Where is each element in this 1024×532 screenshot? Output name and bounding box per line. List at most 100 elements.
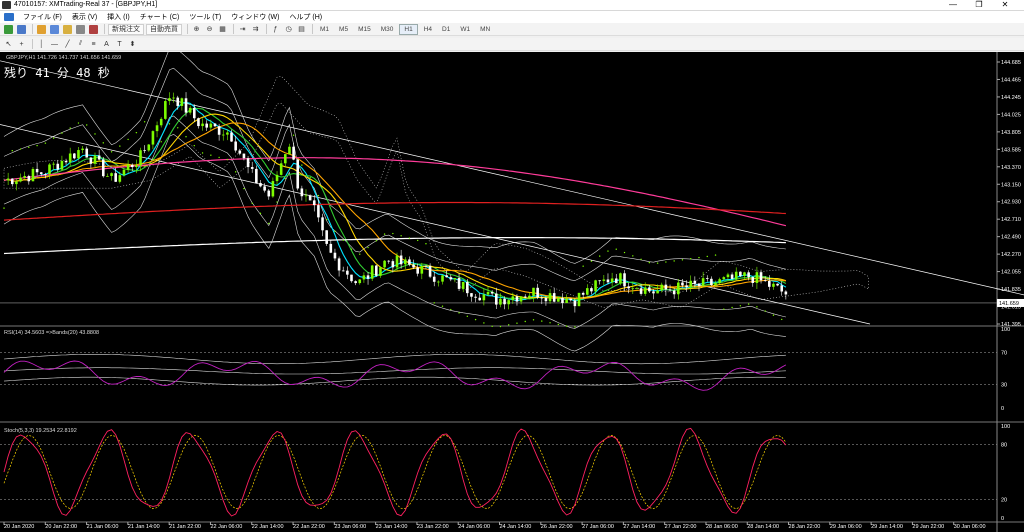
time-tick-label: 30 Jan 06:00 (954, 524, 986, 530)
candle-body (747, 272, 750, 278)
cursor-icon[interactable]: ↖ (3, 39, 14, 50)
chart-window[interactable]: 144.685 144.465 144.245 144.025 143.805 143.5… (0, 52, 1024, 532)
price-tick-label: 142.270 (1001, 252, 1021, 258)
indicators-icon[interactable]: ƒ (270, 24, 281, 35)
strategy-tester-icon[interactable] (88, 24, 99, 35)
fibonacci-icon[interactable]: ≡ (88, 39, 99, 50)
menu-file[interactable]: ファイル (F) (18, 12, 67, 22)
candle-body (552, 293, 556, 302)
sar-dot (574, 326, 576, 328)
candle-body (110, 173, 113, 177)
minimize-button[interactable]: — (940, 0, 966, 10)
candle-body (27, 175, 31, 182)
candle-body (685, 285, 688, 288)
zoom-in-icon[interactable]: ⊕ (191, 24, 202, 35)
candle-body (114, 173, 117, 182)
menu-chart[interactable]: チャート (C) (135, 12, 185, 22)
market-watch-icon[interactable] (36, 24, 47, 35)
menu-insert[interactable]: 挿入 (I) (102, 12, 135, 22)
autoscroll-icon[interactable]: ⇉ (250, 24, 261, 35)
auto-trading-button[interactable]: 自動売買 (146, 23, 182, 35)
candle-body (126, 164, 130, 170)
candle-body (743, 272, 746, 276)
sar-dot (499, 325, 502, 328)
candle-body (585, 288, 589, 295)
candle-body (341, 270, 345, 272)
time-tick-label: 20 Jan 22:00 (45, 524, 77, 530)
candle-body (329, 243, 333, 253)
maximize-button[interactable]: ❐ (966, 0, 992, 10)
trendline-icon[interactable]: ╱ (62, 39, 73, 50)
candle-body (279, 163, 283, 175)
profiles-icon[interactable] (16, 24, 27, 35)
data-window-icon[interactable] (49, 24, 60, 35)
sar-dot (714, 254, 717, 256)
chart-canvas[interactable]: 144.685 144.465 144.245 144.025 143.805 143.5… (0, 52, 1024, 532)
tf-m1[interactable]: M1 (316, 24, 333, 35)
tf-h1[interactable]: H1 (399, 23, 418, 35)
candle-body (399, 255, 403, 265)
menu-window[interactable]: ウィンドウ (W) (226, 12, 284, 22)
chart-shift-icon[interactable]: ⇥ (237, 24, 248, 35)
candle-body (499, 298, 502, 305)
terminal-icon[interactable] (75, 24, 86, 35)
vertical-line-icon[interactable]: │ (36, 39, 47, 50)
horizontal-line-icon[interactable]: — (49, 39, 60, 50)
candle-body (263, 186, 266, 191)
text-icon[interactable]: A (101, 39, 112, 50)
navigator-icon[interactable] (62, 24, 73, 35)
new-chart-icon[interactable] (3, 24, 14, 35)
candle-body (697, 283, 701, 287)
menu-tools[interactable]: ツール (T) (184, 12, 226, 22)
candle-body (606, 279, 610, 283)
candle-body (780, 285, 784, 292)
chart-window-icon[interactable] (4, 13, 14, 21)
crosshair-icon[interactable]: + (16, 39, 27, 50)
new-order-button[interactable]: 新規注文 (108, 23, 144, 35)
candle-body (56, 163, 60, 170)
menu-help[interactable]: ヘルプ (H) (284, 12, 327, 22)
tf-h4[interactable]: H4 (420, 24, 436, 35)
tf-w1[interactable]: W1 (456, 24, 474, 35)
sar-dot (739, 305, 742, 307)
candle-body (714, 282, 717, 285)
tile-windows-icon[interactable]: ▦ (217, 24, 228, 35)
candle-body (35, 168, 39, 173)
rsi-tick-label: 100 (1001, 327, 1010, 333)
label-icon[interactable]: T (114, 39, 125, 50)
window-title: 47010157: XMTrading-Real 37 - [GBPJPY,H1… (14, 1, 158, 8)
tf-d1[interactable]: D1 (438, 24, 454, 35)
candle-body (159, 118, 163, 126)
close-button[interactable]: ✕ (992, 0, 1018, 10)
sar-dot (731, 306, 733, 309)
tf-m5[interactable]: M5 (335, 24, 352, 35)
tf-m30[interactable]: M30 (377, 24, 398, 35)
sar-dot (416, 239, 419, 242)
rsi-tick-label: 30 (1001, 382, 1007, 388)
periods-icon[interactable]: ◷ (283, 24, 294, 35)
arrows-icon[interactable]: ⬍ (127, 39, 138, 50)
sar-dot (781, 318, 783, 321)
time-tick-label: 27 Jan 22:00 (665, 524, 697, 530)
sar-dot (218, 156, 220, 159)
candle-body (478, 297, 482, 301)
templates-icon[interactable]: ▤ (296, 24, 307, 35)
menu-view[interactable]: 表示 (V) (67, 12, 102, 22)
standard-toolbar: 新規注文 自動売買 ⊕ ⊖ ▦ ⇥ ⇉ ƒ ◷ ▤ M1 M5 M15 M30 … (0, 23, 1024, 36)
tf-m15[interactable]: M15 (354, 24, 375, 35)
rsi-line (3, 360, 787, 391)
candle-body (217, 126, 221, 135)
sar-dot (317, 194, 320, 197)
candle-body (474, 296, 477, 298)
candle-body (734, 271, 738, 279)
candle-body (631, 288, 635, 290)
candle-body (635, 288, 639, 290)
candle-body (284, 154, 287, 164)
candle-body (15, 181, 18, 185)
candle-body (519, 296, 523, 302)
tf-mn[interactable]: MN (476, 24, 494, 35)
channel-icon[interactable]: ⫽ (75, 39, 86, 50)
time-tick-label: 28 Jan 22:00 (789, 524, 821, 530)
zoom-out-icon[interactable]: ⊖ (204, 24, 215, 35)
sar-dot (599, 255, 601, 257)
